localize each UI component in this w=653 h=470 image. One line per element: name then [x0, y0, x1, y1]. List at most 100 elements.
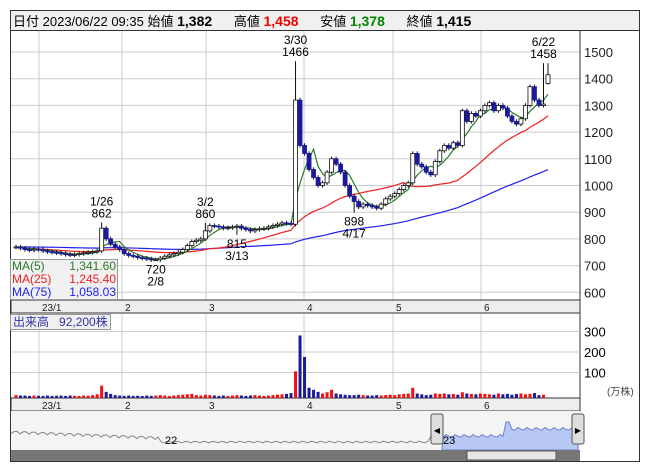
candle-body [45, 250, 50, 253]
volume-bar [357, 394, 361, 398]
volume-bar [208, 395, 212, 398]
volume-bar [505, 393, 509, 398]
volume-bar [447, 394, 451, 398]
volume-tick-label: 300 [584, 325, 606, 340]
candle-body [473, 113, 479, 117]
volume-bar [199, 395, 203, 398]
month-label: 3 [209, 303, 215, 314]
volume-bar [64, 395, 68, 398]
candle-body [126, 253, 132, 256]
candle-body [216, 225, 222, 228]
volume-bar [68, 395, 72, 398]
volume-bar [370, 395, 374, 398]
candle-body [207, 225, 213, 232]
volume-bar [339, 394, 343, 398]
volume-bar [474, 394, 478, 398]
candle-body [455, 142, 461, 146]
candle-body [419, 163, 425, 168]
volume-bar [501, 394, 505, 398]
volume-tick-label: 200 [584, 345, 606, 360]
volume-bar [221, 395, 225, 398]
volume-bar [366, 395, 370, 398]
candle-body [351, 195, 357, 202]
month-label: 4 [307, 303, 313, 314]
candle-body [356, 201, 362, 208]
candle-body [67, 253, 73, 256]
candle-body [360, 203, 366, 208]
candle-body [446, 145, 452, 149]
candle-body [220, 226, 226, 229]
volume-bar [185, 394, 189, 398]
candle-body [257, 228, 262, 231]
candle-body [180, 249, 186, 253]
candle-body [491, 102, 497, 112]
candle-body [108, 238, 114, 245]
volume-bar [271, 395, 275, 398]
volume-bar [158, 395, 162, 398]
volume-bar [316, 391, 320, 398]
month-label: 5 [396, 401, 402, 412]
y-tick-label: 600 [584, 285, 606, 300]
scrollbar-thumb[interactable] [466, 450, 557, 461]
volume-bar [149, 395, 153, 398]
volume-bar [122, 395, 126, 398]
candle-body [342, 171, 348, 186]
volume-bar [145, 395, 149, 398]
candle-body [541, 103, 546, 106]
volume-bar [19, 395, 23, 398]
volume-bar [55, 395, 59, 398]
candle-body [514, 121, 519, 125]
volume-bar [384, 395, 388, 398]
volume-bar [14, 395, 18, 398]
annotation-value: 862 [92, 206, 112, 220]
candle-body [234, 225, 240, 228]
candle-body [396, 189, 402, 194]
candle-body [193, 239, 199, 242]
month-label: 6 [484, 303, 490, 314]
candle-body [72, 253, 78, 256]
volume-bar [285, 393, 289, 398]
volume-bar [514, 393, 518, 398]
volume-bar [402, 393, 406, 398]
candle-body [477, 110, 483, 117]
candle-body [509, 115, 515, 122]
volume-bar [442, 393, 446, 398]
volume-bar [253, 395, 257, 398]
volume-bar [73, 395, 77, 398]
price-chart[interactable]: 1500140013001200110010009008007006001/26… [0, 0, 653, 470]
navigator-year-label: 23 [443, 435, 455, 447]
candle-body [153, 259, 159, 262]
candle-body [365, 203, 371, 206]
y-tick-label: 700 [584, 259, 606, 274]
candle-body [482, 105, 488, 112]
candle-body [387, 195, 393, 200]
volume-bar [203, 394, 207, 398]
volume-bar [230, 395, 234, 398]
volume-unit: (万株) [607, 385, 634, 398]
candle-body [324, 171, 330, 184]
candle-body [135, 255, 141, 258]
volume-bar [257, 395, 261, 398]
candle-body [112, 243, 118, 248]
candle-body [252, 229, 258, 232]
candle-body [320, 182, 325, 186]
volume-bar [176, 395, 180, 398]
volume-bar [379, 395, 383, 398]
candle-body [81, 252, 87, 255]
price-date-axis [10, 299, 581, 314]
volume-bar [248, 395, 252, 398]
candle-body [144, 257, 150, 260]
candle-body [184, 245, 190, 250]
volume-bar [343, 394, 347, 398]
month-label: 2 [125, 303, 131, 314]
volume-bar [28, 395, 32, 398]
candle-body [139, 257, 145, 259]
volume-bar [487, 394, 491, 398]
candle-body [99, 227, 105, 252]
y-tick-label: 1400 [584, 72, 613, 87]
annotation-date: 4/17 [342, 227, 366, 241]
volume-bar [82, 395, 86, 398]
volume-bar [312, 389, 316, 398]
volume-bar [330, 389, 334, 398]
candle-body [189, 241, 195, 246]
